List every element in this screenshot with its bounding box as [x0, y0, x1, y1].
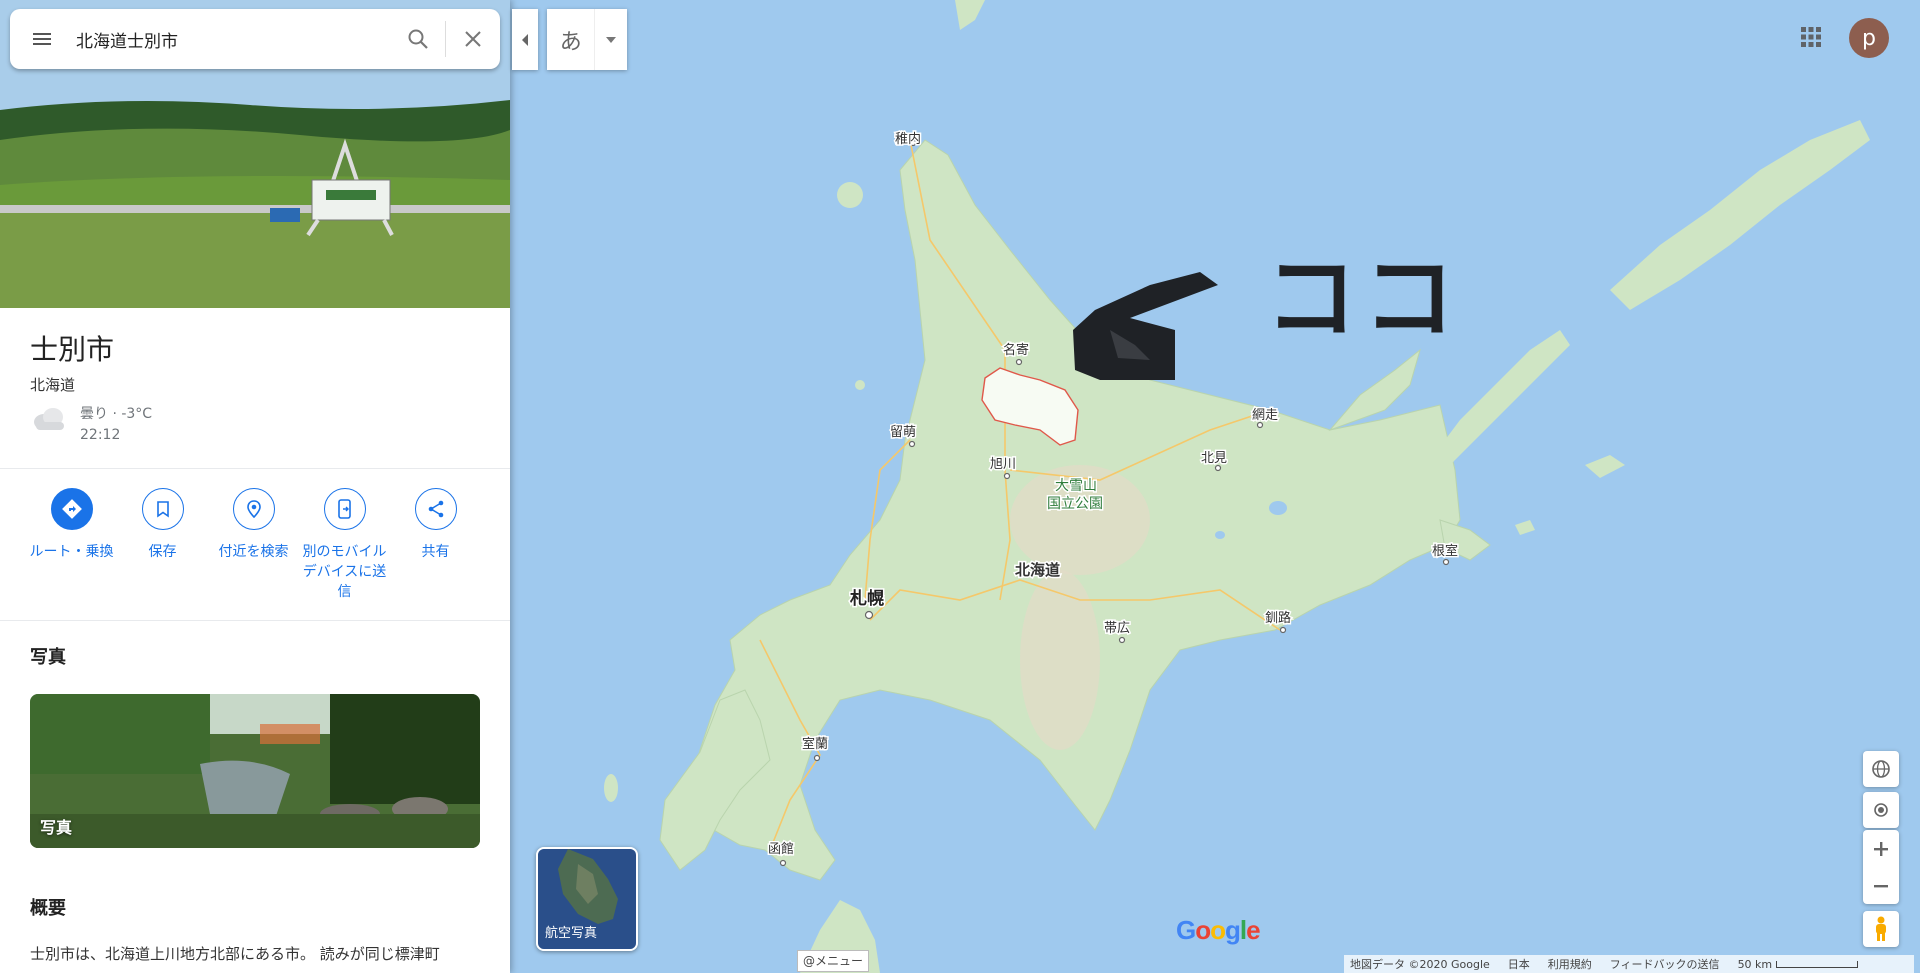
input-tools-button[interactable]: あ	[547, 9, 627, 70]
label-kushiro: 釧路	[1265, 610, 1291, 626]
share-label: 共有	[421, 544, 450, 560]
nearby-button[interactable]: 付近を検索	[208, 488, 299, 602]
place-panel: 士別市 北海道 曇り · -3°C 22:12 ルート・乗換	[0, 0, 510, 973]
place-region: 北海道	[30, 376, 76, 394]
feedback-link[interactable]: フィードバックの送信	[1610, 956, 1720, 972]
apps-grid-icon[interactable]	[1796, 22, 1826, 52]
ime-hiragana-label: あ	[559, 29, 582, 55]
nearby-icon	[246, 500, 261, 519]
terms-link[interactable]: 利用規約	[1548, 956, 1592, 972]
hidaka-relief	[1020, 570, 1100, 750]
label-kitami: 北見	[1201, 451, 1227, 466]
send-to-phone-icon	[337, 499, 351, 519]
street-view-pegman[interactable]	[1863, 911, 1899, 947]
divider	[0, 620, 510, 621]
photo-caption: 写真	[40, 818, 73, 837]
weather-info: 曇り · -3°C 22:12	[30, 404, 152, 446]
hamburger-icon	[33, 33, 51, 45]
overview-heading: 概要	[30, 898, 66, 919]
satellite-label: 航空写真	[545, 926, 598, 941]
search-input[interactable]	[74, 18, 391, 60]
clear-search-button[interactable]	[446, 9, 500, 69]
directions-label: ルート・乗換	[29, 544, 114, 560]
label-asahikawa: 旭川	[990, 457, 1016, 472]
label-nemuro: 根室	[1432, 543, 1458, 559]
label-abashiri: 網走	[1252, 408, 1278, 423]
satellite-toggle[interactable]: 航空写真	[536, 847, 638, 951]
label-national-park: 国立公園	[1047, 496, 1103, 512]
bookmark-icon	[156, 501, 169, 518]
save-label: 保存	[148, 544, 177, 560]
label-daisetsuzan: 大雪山	[1055, 478, 1097, 494]
account-avatar[interactable]: p	[1849, 18, 1889, 58]
label-wakkanai: 稚内	[895, 131, 921, 147]
google-logo: Google	[1176, 915, 1261, 945]
park-photo	[30, 694, 480, 848]
okushiri-island	[604, 774, 618, 802]
plus-icon	[1874, 841, 1888, 856]
collapse-panel-button[interactable]	[512, 9, 538, 70]
label-obihiro: 帯広	[1104, 621, 1130, 636]
action-buttons: ルート・乗換 保存 付近を検索 別のモバイルデバイスに送信 共有	[26, 488, 486, 602]
lake-akan	[1215, 531, 1225, 539]
send-to-device-button[interactable]: 別のモバイルデバイスに送信	[299, 488, 390, 602]
share-icon	[428, 500, 443, 518]
zoom-out-button[interactable]	[1863, 867, 1899, 904]
zoom-controls	[1863, 830, 1899, 904]
my-location-button[interactable]	[1863, 792, 1899, 828]
search-box	[10, 9, 500, 69]
directions-button[interactable]: ルート・乗換	[26, 488, 117, 602]
label-hokkaido: 北海道	[1015, 561, 1060, 579]
minus-icon	[1874, 884, 1888, 887]
map-data-credit: 地図データ ©2020 Google	[1350, 958, 1490, 971]
directions-icon	[61, 499, 82, 519]
zoom-in-button[interactable]	[1863, 830, 1899, 867]
nearby-label: 付近を検索	[218, 544, 289, 560]
label-rumoi: 留萌	[890, 425, 916, 440]
search-icon	[408, 29, 428, 49]
pegman-icon	[1876, 916, 1886, 941]
weather-condition: 曇り · -3°C	[80, 406, 153, 422]
photos-heading: 写真	[30, 647, 66, 668]
label-sapporo: 札幌	[849, 588, 884, 609]
photo-card[interactable]: 写真	[30, 694, 480, 848]
annotation-text: ココ	[1265, 245, 1461, 352]
map-footer: 地図データ ©2020 Google 日本 利用規約 フィードバックの送信 50…	[1344, 955, 1914, 973]
label-muroran: 室蘭	[802, 736, 828, 752]
cloud-icon	[34, 408, 64, 430]
label-nayoro: 名寄	[1003, 342, 1029, 358]
place-title: 士別市	[30, 333, 115, 366]
scale-bar	[1776, 960, 1859, 968]
my-location-icon	[1874, 803, 1888, 817]
divider	[0, 468, 510, 469]
label-hakodate: 函館	[768, 842, 794, 857]
rishiri-island	[837, 182, 863, 208]
menu-button[interactable]	[10, 9, 74, 69]
lake-kussharo	[1269, 501, 1287, 515]
scale-label: 50 km	[1737, 957, 1773, 971]
search-button[interactable]	[391, 9, 445, 69]
chevron-left-icon	[522, 33, 528, 46]
weather-time: 22:12	[80, 427, 121, 443]
menu-hint[interactable]: @メニュー	[797, 950, 870, 972]
overview-text: 士別市は、北海道上川地方北部にある市。 読みが同じ標津町	[30, 945, 440, 963]
send-to-device-label: 別のモバイルデバイスに送信	[302, 544, 387, 600]
teuri-island	[855, 380, 865, 390]
globe-icon	[1872, 760, 1890, 778]
country-link[interactable]: 日本	[1508, 956, 1530, 972]
ime-dropdown[interactable]	[594, 9, 627, 70]
save-button[interactable]: 保存	[117, 488, 208, 602]
share-button[interactable]: 共有	[390, 488, 481, 602]
globe-view-button[interactable]	[1863, 751, 1899, 787]
chevron-down-icon	[606, 36, 617, 43]
close-icon	[465, 31, 481, 47]
